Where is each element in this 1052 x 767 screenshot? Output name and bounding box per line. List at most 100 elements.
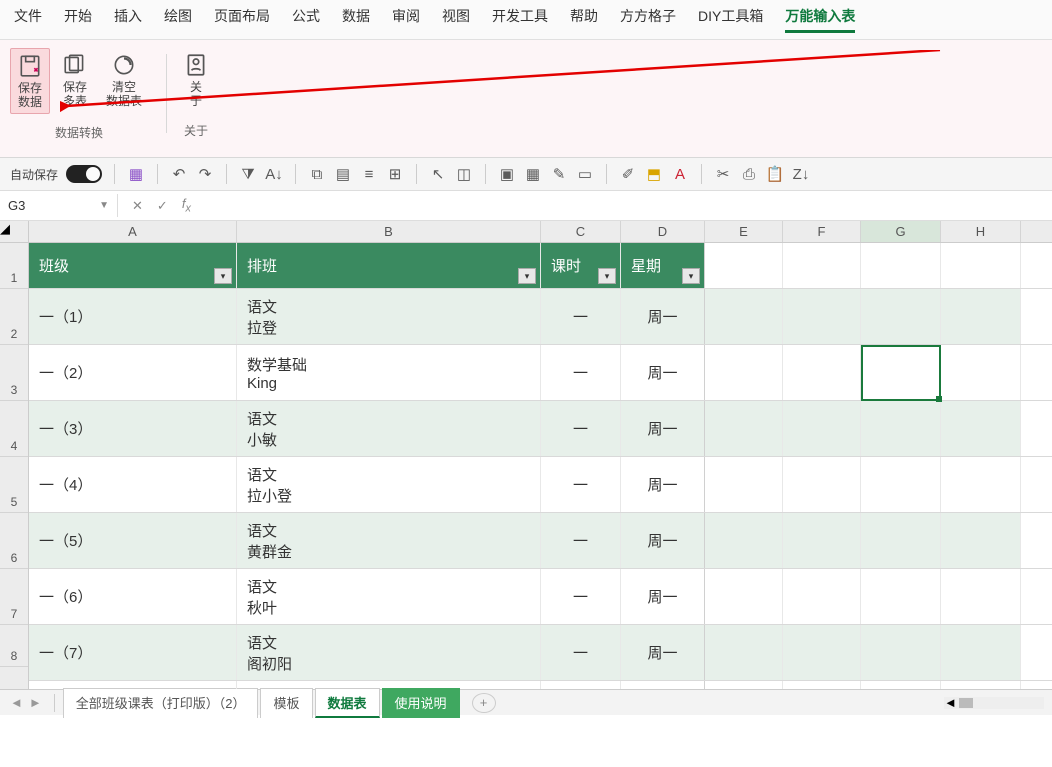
about-icon (183, 52, 209, 78)
column-headers: ABCDEFGH (29, 221, 1052, 243)
pointer-icon[interactable]: ↖ (429, 165, 447, 183)
menu-bar: 文件开始插入绘图页面布局公式数据审阅视图开发工具帮助方方格子 DIY工具箱万能输入… (0, 0, 1052, 40)
fx-icon[interactable]: fx (182, 196, 191, 215)
copy-icon[interactable]: ⧉ (308, 165, 326, 183)
redo-icon[interactable]: ↷ (196, 165, 214, 183)
ribbon-separator (166, 54, 167, 133)
ribbon-group-label: 数据转换 (55, 120, 103, 147)
menu-tab[interactable]: 页面布局 (214, 6, 270, 33)
table-row[interactable]: 一（2）数学基础King一周一 (29, 345, 1052, 401)
select-all-corner[interactable]: ◢ (0, 221, 28, 243)
shape-icon[interactable]: ◫ (455, 165, 473, 183)
table-row[interactable]: 一（5）语文黄群金一周一 (29, 513, 1052, 569)
about-button[interactable]: 关于 (177, 48, 215, 112)
clear-table-button[interactable]: 清空数据表 (100, 48, 148, 114)
paint-icon[interactable]: ⬒ (645, 165, 663, 183)
sheet-nav[interactable]: ◄► (10, 695, 42, 710)
save-data-button[interactable]: 保存数据 (10, 48, 50, 114)
image-icon[interactable]: ▭ (576, 165, 594, 183)
menu-tab[interactable]: 公式 (292, 6, 320, 33)
header-class: 班级▾ (29, 243, 237, 288)
column-header[interactable]: H (941, 221, 1021, 242)
font-color-icon[interactable]: A (671, 165, 689, 183)
sheet-tab-bar: ◄► 全部班级课表（打印版）（2）模板数据表使用说明 + ◄ (0, 689, 1052, 715)
name-box[interactable]: G3 ▼ (0, 194, 118, 217)
menu-tab[interactable]: 视图 (442, 6, 470, 33)
cancel-icon[interactable]: ✕ (132, 198, 143, 214)
menu-tab[interactable]: 万能输入表 (785, 6, 855, 33)
table-row[interactable]: 一（1）语文拉登一周一 (29, 289, 1052, 345)
confirm-icon[interactable]: ✓ (157, 198, 168, 214)
menu-tab[interactable]: 数据 (342, 6, 370, 33)
autosave-label: 自动保存 (10, 166, 58, 183)
ribbon-group-about: 关于 关于 (177, 48, 215, 157)
group-icon[interactable]: ⊞ (386, 165, 404, 183)
sheet-tab[interactable]: 使用说明 (382, 688, 460, 718)
menu-tab[interactable]: 帮助 (570, 6, 598, 33)
row-header[interactable]: 7 (0, 569, 28, 625)
menu-tab[interactable]: 绘图 (164, 6, 192, 33)
sort-icon[interactable]: A↓ (265, 165, 283, 183)
ribbon-group-label: 关于 (184, 118, 208, 145)
row-headers: ◢ 12345678 (0, 221, 29, 689)
align-icon[interactable]: ≡ (360, 165, 378, 183)
style-icon[interactable]: ✎ (550, 165, 568, 183)
column-header[interactable]: E (705, 221, 783, 242)
save-multi-button[interactable]: 保存多表 (56, 48, 94, 114)
menu-tab[interactable]: DIY工具箱 (698, 6, 763, 33)
column-header[interactable]: B (237, 221, 541, 242)
draw-icon[interactable]: ✐ (619, 165, 637, 183)
row-header[interactable]: 3 (0, 345, 28, 401)
row-header[interactable]: 1 (0, 243, 28, 289)
filter-dropdown[interactable]: ▾ (214, 268, 232, 284)
table-row[interactable]: 一（3）语文小敏一周一 (29, 401, 1052, 457)
row-header[interactable]: 8 (0, 625, 28, 667)
paste-icon[interactable]: ▤ (334, 165, 352, 183)
add-sheet-button[interactable]: + (472, 693, 496, 713)
table-row[interactable]: 语文 (29, 681, 1052, 689)
filter-dropdown[interactable]: ▾ (598, 268, 616, 284)
camera-icon[interactable]: ⎙ (740, 165, 758, 183)
sheet-tab[interactable]: 全部班级课表（打印版）（2） (63, 688, 259, 718)
header-weekday: 星期▾ (621, 243, 705, 288)
clear-table-icon (111, 52, 137, 78)
menu-tab[interactable]: 审阅 (392, 6, 420, 33)
autosave-toggle[interactable] (66, 165, 102, 183)
sort-az-icon[interactable]: Z↓ (792, 165, 810, 183)
save-multi-icon (62, 52, 88, 78)
menu-tab[interactable]: 插入 (114, 6, 142, 33)
menu-tab[interactable]: 文件 (14, 6, 42, 33)
column-header[interactable]: F (783, 221, 861, 242)
table-row[interactable]: 一（7）语文阁初阳一周一 (29, 625, 1052, 681)
save-data-icon (17, 53, 43, 79)
table-row[interactable]: 一（6）语文秋叶一周一 (29, 569, 1052, 625)
table-icon[interactable]: ▦ (524, 165, 542, 183)
column-header[interactable]: D (621, 221, 705, 242)
sheet-tab[interactable]: 模板 (260, 688, 312, 718)
filter-icon[interactable]: ⧩ (239, 165, 257, 183)
column-header[interactable]: G (861, 221, 941, 242)
undo-icon[interactable]: ↶ (170, 165, 188, 183)
menu-tab[interactable]: 方方格子 (620, 6, 676, 33)
quick-access-toolbar: 自动保存 ▦ ↶ ↷ ⧩ A↓ ⧉ ▤ ≡ ⊞ ↖ ◫ ▣ ▦ ✎ ▭ ✐ ⬒ … (0, 158, 1052, 191)
menu-tab[interactable]: 开始 (64, 6, 92, 33)
formula-controls: ✕ ✓ fx (118, 196, 205, 215)
column-header[interactable]: C (541, 221, 621, 242)
header-schedule: 排班▾ (237, 243, 541, 288)
table-row[interactable]: 一（4）语文拉小登一周一 (29, 457, 1052, 513)
filter-dropdown[interactable]: ▾ (518, 268, 536, 284)
row-header[interactable]: 4 (0, 401, 28, 457)
cut-icon[interactable]: ✂ (714, 165, 732, 183)
chart-icon[interactable]: ▣ (498, 165, 516, 183)
grid-body[interactable]: ABCDEFGH 班级▾ 排班▾ 课时▾ 星期▾ 一（1）语文拉登一周一一（2）… (29, 221, 1052, 689)
row-header[interactable]: 2 (0, 289, 28, 345)
horizontal-scrollbar[interactable]: ◄ (944, 697, 1044, 709)
row-header[interactable]: 6 (0, 513, 28, 569)
save-icon[interactable]: ▦ (127, 165, 145, 183)
menu-tab[interactable]: 开发工具 (492, 6, 548, 33)
filter-dropdown[interactable]: ▾ (682, 268, 700, 284)
row-header[interactable]: 5 (0, 457, 28, 513)
sheet-tab[interactable]: 数据表 (315, 688, 380, 718)
clipboard-icon[interactable]: 📋 (766, 165, 784, 183)
column-header[interactable]: A (29, 221, 237, 242)
